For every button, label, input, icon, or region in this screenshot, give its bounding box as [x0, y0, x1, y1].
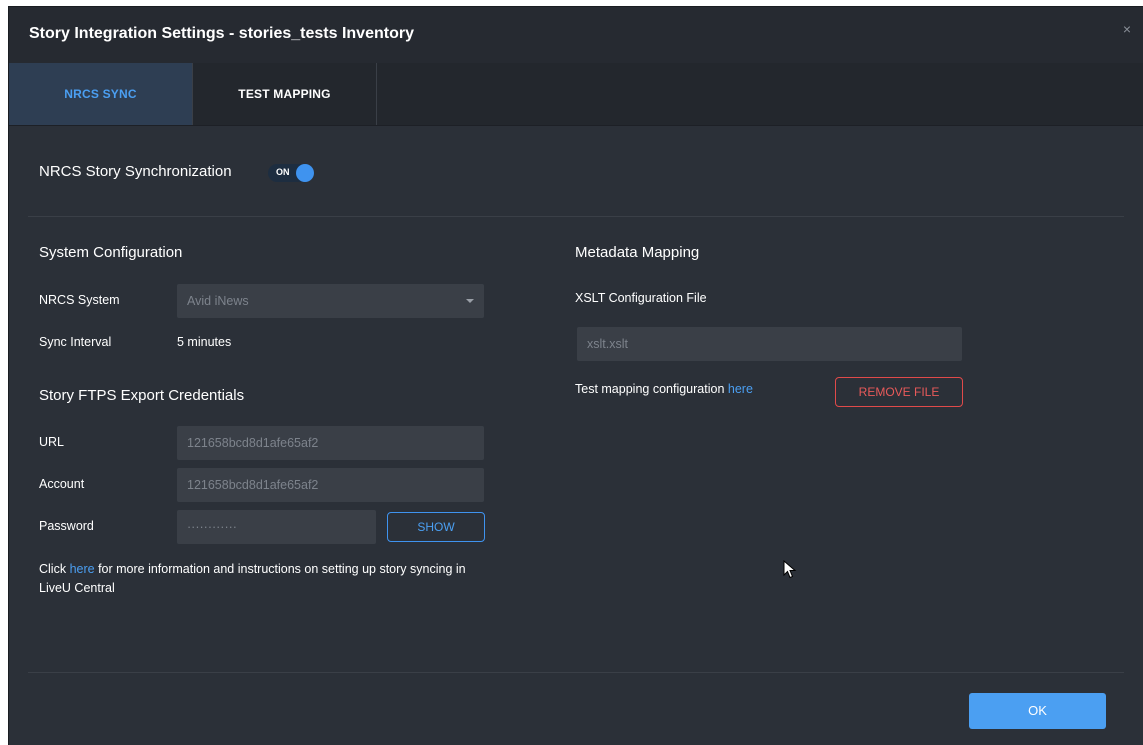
- nrcs-system-value: Avid iNews: [187, 294, 249, 308]
- close-icon[interactable]: ×: [1123, 21, 1131, 37]
- chevron-down-icon: [466, 299, 474, 303]
- show-password-button[interactable]: SHOW: [387, 512, 485, 542]
- test-mapping-prefix: Test mapping configuration: [575, 382, 728, 396]
- toggle-state-label: ON: [276, 167, 290, 177]
- toggle-knob: [296, 164, 314, 182]
- nrcs-system-select[interactable]: Avid iNews: [177, 284, 484, 318]
- tab-nrcs-sync[interactable]: NRCS SYNC: [9, 63, 192, 125]
- system-config-title: System Configuration: [39, 244, 183, 261]
- account-input[interactable]: 121658bcd8d1afe65af2: [177, 468, 484, 502]
- story-integration-dialog: Story Integration Settings - stories_tes…: [8, 6, 1143, 745]
- url-label: URL: [39, 435, 65, 449]
- info-suffix: for more information and instructions on…: [39, 562, 466, 595]
- password-label: Password: [39, 519, 94, 533]
- xslt-config-label: XSLT Configuration File: [575, 291, 707, 305]
- metadata-mapping-title: Metadata Mapping: [575, 244, 700, 261]
- xslt-file-input[interactable]: xslt.xslt: [577, 327, 962, 361]
- setup-info-link[interactable]: here: [70, 562, 95, 576]
- sync-label: NRCS Story Synchronization: [39, 163, 232, 180]
- sync-toggle[interactable]: ON: [268, 164, 314, 182]
- nrcs-system-label: NRCS System: [39, 293, 120, 307]
- dialog-title: Story Integration Settings - stories_tes…: [29, 25, 414, 42]
- divider-top: [28, 216, 1124, 217]
- sync-interval-value: 5 minutes: [177, 335, 232, 349]
- password-input[interactable]: ············: [177, 510, 376, 544]
- dialog-titlebar: Story Integration Settings - stories_tes…: [9, 7, 1143, 64]
- info-prefix: Click: [39, 562, 70, 576]
- credentials-title: Story FTPS Export Credentials: [39, 387, 245, 404]
- mouse-cursor-icon: [783, 560, 797, 579]
- ok-button[interactable]: OK: [969, 693, 1106, 729]
- test-mapping-link[interactable]: here: [728, 382, 753, 396]
- setup-info-text: Click here for more information and inst…: [39, 560, 469, 598]
- sync-interval-label: Sync Interval: [39, 335, 112, 349]
- account-label: Account: [39, 477, 85, 491]
- url-input[interactable]: 121658bcd8d1afe65af2: [177, 426, 484, 460]
- divider-bottom: [28, 672, 1124, 673]
- tab-test-mapping[interactable]: TEST MAPPING: [192, 63, 377, 125]
- remove-file-button[interactable]: REMOVE FILE: [835, 377, 963, 407]
- test-mapping-text: Test mapping configuration here: [575, 382, 753, 396]
- tab-bar: NRCS SYNC TEST MAPPING: [9, 63, 1143, 126]
